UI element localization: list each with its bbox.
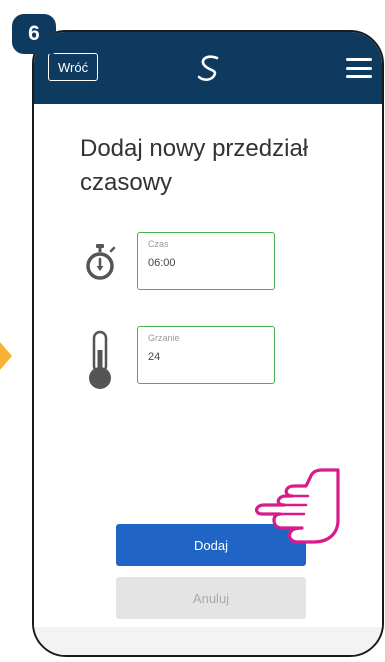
arrow-right-icon: [0, 342, 12, 370]
back-button[interactable]: Wróć: [48, 53, 99, 81]
main-content: Dodaj nowy przedział czasowy Czas 06:00 …: [34, 104, 382, 655]
hand-pointer-icon: [255, 468, 340, 544]
instruction-stage: 6 Wróć Dodaj nowy przedział czasowy Czas…: [0, 0, 385, 662]
thermometer-icon: [89, 330, 111, 389]
heating-field-label: Grzanie: [148, 333, 180, 343]
time-field-label: Czas: [148, 239, 169, 249]
app-header: Wróć: [34, 32, 382, 104]
stopwatch-icon: [86, 244, 116, 280]
bottom-strip: [34, 627, 382, 655]
brand-s-logo-icon: [197, 55, 219, 81]
heating-field-value: 24: [148, 351, 161, 363]
heating-field[interactable]: Grzanie 24: [137, 326, 275, 384]
time-field-value: 06:00: [148, 257, 176, 269]
phone-frame: Wróć Dodaj nowy przedział czasowy Czas 0…: [32, 30, 384, 657]
page-title: Dodaj nowy przedział czasowy: [80, 135, 309, 196]
cancel-button[interactable]: Anuluj: [116, 577, 306, 619]
hamburger-menu-icon[interactable]: [346, 58, 372, 78]
step-badge: 6: [12, 14, 56, 54]
time-field[interactable]: Czas 06:00: [137, 232, 275, 290]
